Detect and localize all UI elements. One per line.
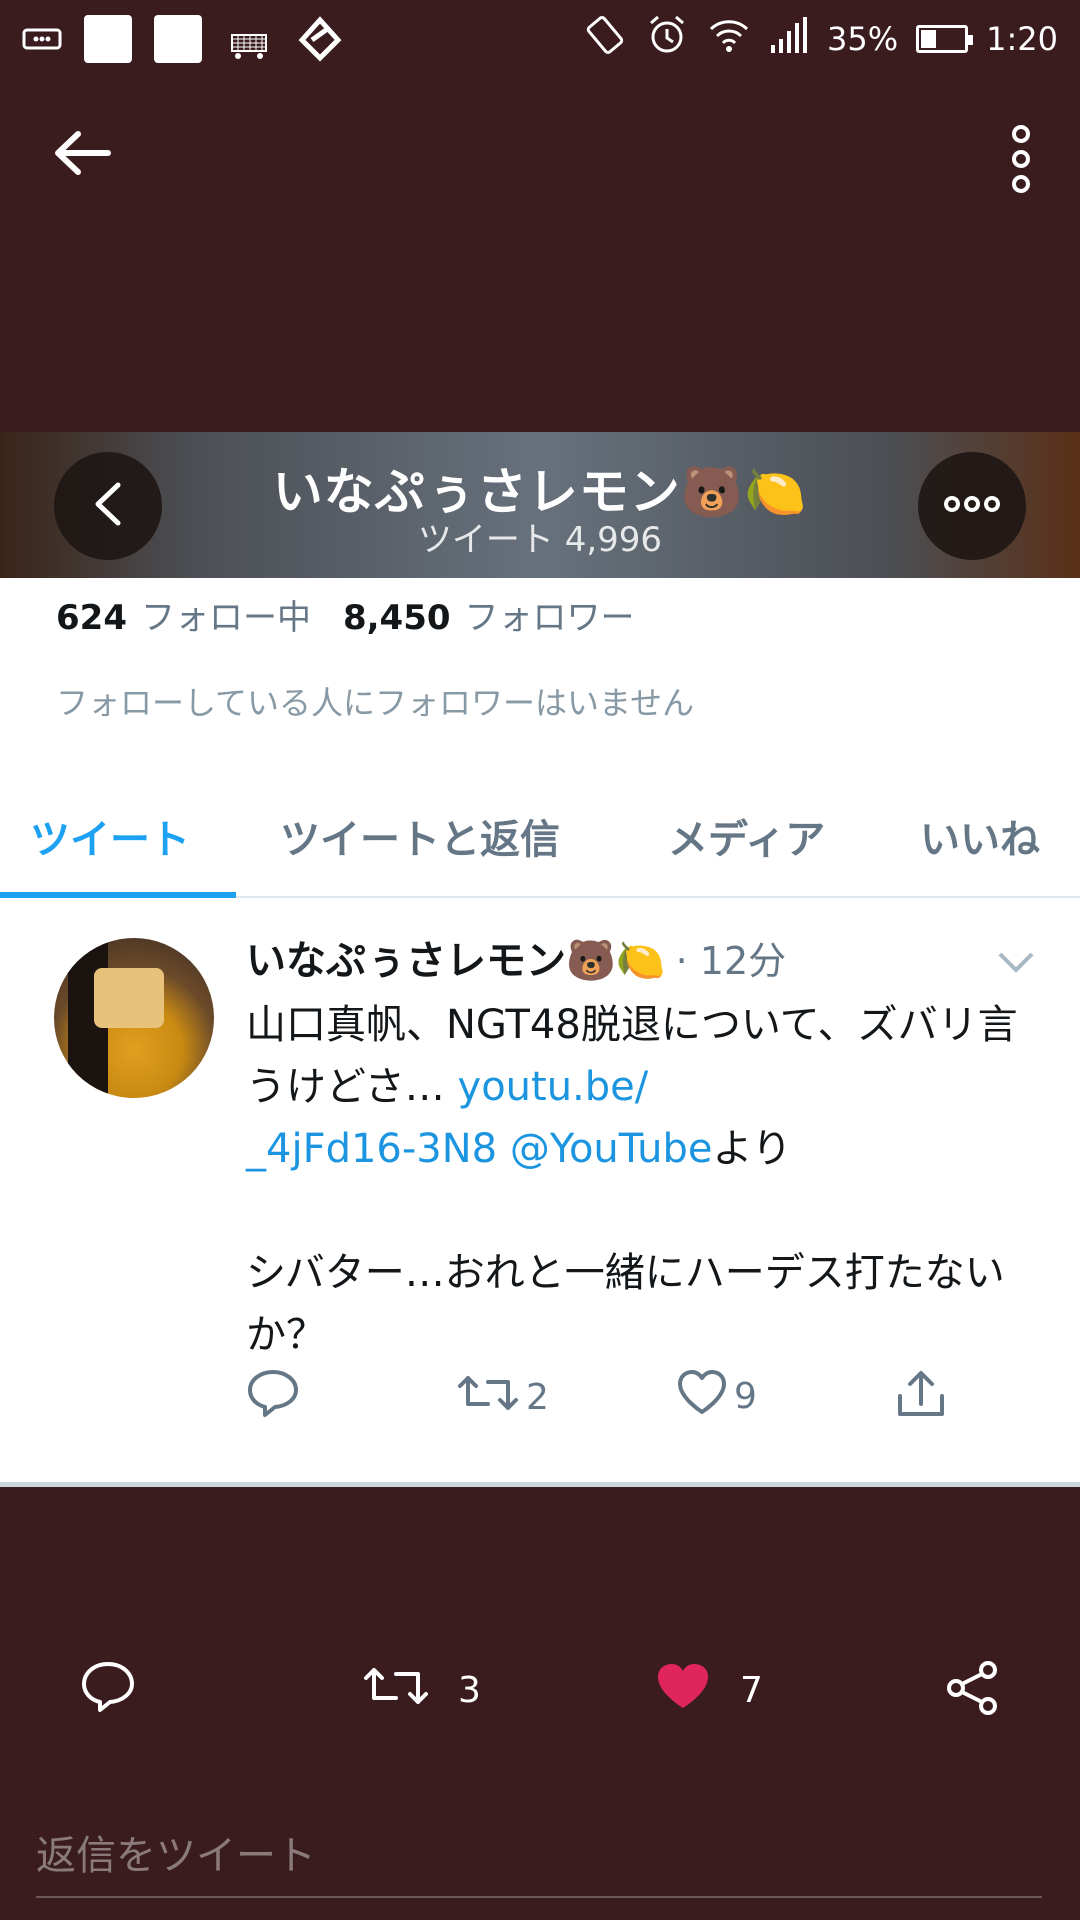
amazon-icon	[224, 17, 274, 61]
tweet-mention[interactable]: @YouTube	[497, 1126, 713, 1172]
retweet-count: 2	[526, 1377, 549, 1418]
reply-button[interactable]	[80, 1660, 136, 1723]
signal-icon	[769, 15, 809, 63]
profile-card: いなぷぅさレモン🐻🍋 ツイート 4,996 624 フォロー中 8,450 フォ…	[0, 432, 1080, 1487]
followers-label[interactable]: フォロワー	[465, 590, 635, 639]
mutual-followers-note: フォローしている人にフォロワーはいません	[56, 684, 695, 722]
follow-stats: 624 フォロー中 8,450 フォロワー	[56, 590, 653, 639]
bottom-action-bar: 3 7	[0, 1660, 1080, 1740]
vibrate-icon	[583, 13, 627, 65]
following-label[interactable]: フォロー中	[141, 590, 311, 639]
retweet-icon	[362, 1660, 430, 1721]
reply-icon	[246, 1368, 300, 1427]
tweet-text: 山口真帆、NGT48脱退について、ズバリ言うけどさ… youtu.be/ _4j…	[246, 994, 1036, 1366]
battery-fill	[921, 30, 937, 48]
avatar[interactable]	[54, 938, 214, 1098]
app-icon	[296, 16, 344, 62]
wifi-icon	[707, 13, 751, 65]
tweet-time: · 12分	[675, 938, 787, 983]
status-bar: 35% 1:20	[0, 0, 1080, 78]
heart-icon	[676, 1368, 728, 1425]
tweet-count: ツイート 4,996	[417, 520, 663, 560]
tweet[interactable]: いなぷぅさレモン🐻🍋 · 12分 山口真帆、NGT48脱退について、ズバリ言うけ…	[0, 898, 1080, 1458]
like-count: 9	[734, 1376, 757, 1417]
tweet-actions: 2 9	[246, 1368, 966, 1428]
tab-likes[interactable]: いいね	[920, 774, 1040, 898]
like-button[interactable]: 9	[676, 1368, 757, 1425]
battery-icon	[916, 25, 974, 53]
like-button[interactable]: 7	[654, 1660, 763, 1721]
reply-button[interactable]	[246, 1368, 300, 1427]
profile-tabs: ツイート ツイートと返信 メディア いいね	[0, 774, 1080, 898]
more-dots-icon	[942, 494, 1002, 518]
profile-header: いなぷぅさレモン🐻🍋 ツイート 4,996	[0, 432, 1080, 578]
arrow-left-icon[interactable]	[52, 128, 112, 178]
reply-input[interactable]: 返信をツイート	[36, 1808, 1042, 1898]
followers-count[interactable]: 8,450	[343, 598, 451, 638]
tab-media[interactable]: メディア	[668, 774, 825, 898]
notification-icon	[84, 15, 132, 63]
like-count: 7	[740, 1670, 763, 1711]
top-nav	[0, 100, 1080, 210]
reply-icon	[80, 1660, 136, 1723]
kebab-menu-icon[interactable]	[1006, 124, 1036, 194]
tab-tweets[interactable]: ツイート	[30, 774, 190, 898]
tweet-author[interactable]: いなぷぅさレモン🐻🍋	[246, 928, 666, 986]
retweet-count: 3	[458, 1670, 481, 1711]
retweet-button[interactable]: 2	[456, 1368, 549, 1427]
following-count[interactable]: 624	[56, 598, 127, 638]
notification-icon	[154, 15, 202, 63]
retweet-button[interactable]: 3	[362, 1660, 481, 1721]
tweet-header: いなぷぅさレモン🐻🍋 · 12分	[246, 928, 786, 986]
chevron-down-icon[interactable]	[996, 950, 1036, 974]
retweet-icon	[456, 1368, 520, 1427]
voicemail-icon	[22, 24, 62, 54]
share-icon	[896, 1368, 946, 1429]
divider	[0, 1482, 1080, 1487]
tab-tweets-and-replies[interactable]: ツイートと返信	[280, 774, 560, 898]
share-icon	[944, 1660, 1000, 1725]
clock: 1:20	[986, 20, 1058, 58]
heart-filled-icon	[654, 1660, 712, 1721]
battery-percent: 35%	[827, 20, 899, 58]
more-button[interactable]	[918, 452, 1026, 560]
share-button[interactable]	[896, 1368, 946, 1429]
alarm-icon	[645, 13, 689, 65]
share-button[interactable]	[944, 1660, 1000, 1725]
